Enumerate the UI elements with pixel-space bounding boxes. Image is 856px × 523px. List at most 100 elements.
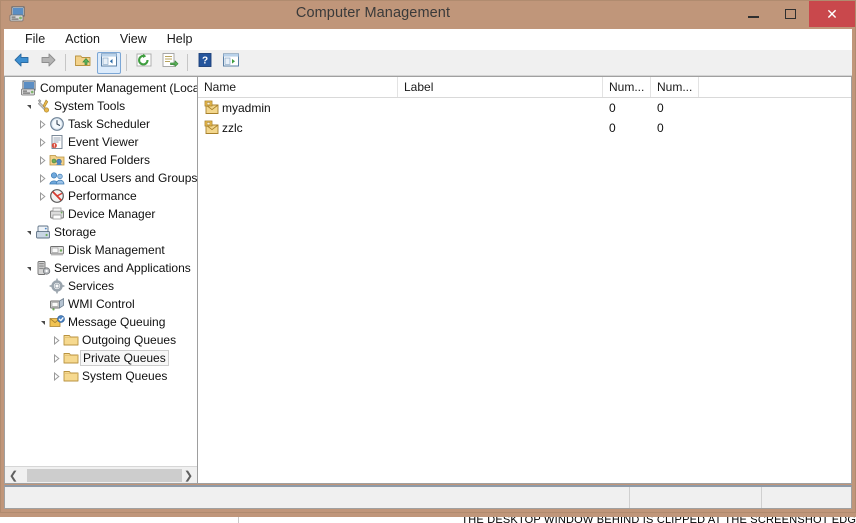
expand-triangle-closed-icon[interactable] [50,369,63,383]
tree-item-label: Task Scheduler [68,117,151,131]
up-one-level-button[interactable] [71,52,95,74]
queue-name-text: myadmin [222,101,271,115]
status-segment-main [5,487,629,508]
tree-item-label: Private Queues [80,350,169,366]
tree-item-system-tools[interactable]: System Tools [5,97,197,115]
export-list-button[interactable] [158,52,182,74]
tree-item-services-and-applications[interactable]: Services and Applications [5,259,197,277]
scroll-right-icon[interactable]: ❯ [180,468,197,483]
column-header-num-2[interactable]: Num... [603,77,651,97]
back-button[interactable] [10,52,34,74]
export-list-icon [161,52,179,73]
clock-icon [49,116,65,132]
column-header-label-1[interactable]: Label [398,77,603,97]
table-row[interactable]: zzlc 0 0 [198,118,851,138]
expand-triangle-open-icon[interactable] [22,261,35,275]
maximize-button[interactable] [772,1,809,27]
menu-file[interactable]: File [15,30,55,49]
tree-horizontal-scrollbar[interactable]: ❮ ❯ [5,466,197,483]
tree-item-label: Computer Management (Local [40,81,197,95]
background-window-strip: THE DESKTOP WINDOW BEHIND IS CLIPPED AT … [0,513,856,523]
tree-item-performance[interactable]: Performance [5,187,197,205]
tree-item-system-queues[interactable]: System Queues [5,367,197,385]
scrollbar-thumb[interactable] [27,468,182,482]
tree-item-message-queuing[interactable]: Message Queuing [5,313,197,331]
tree-item-task-scheduler[interactable]: Task Scheduler [5,115,197,133]
expand-triangle-closed-icon[interactable] [36,153,49,167]
menu-bar: File Action View Help [4,29,852,50]
table-row[interactable]: myadmin 0 0 [198,98,851,118]
console-tree[interactable]: Computer Management (Local System Tools Ta… [5,77,197,466]
list-column-headers[interactable]: Name Label Num... Num... [198,77,851,98]
tree-item-label: Shared Folders [68,153,151,167]
column-header-blank[interactable] [699,77,851,97]
tree-item-computer-management-local[interactable]: Computer Management (Local [5,79,197,97]
forward-button[interactable] [36,52,60,74]
help-question-icon: ? [196,52,214,73]
content-area: Computer Management (Local System Tools Ta… [4,76,852,484]
window-controls: ✕ [735,1,855,27]
column-header-num-3[interactable]: Num... [651,77,699,97]
back-arrow-icon [13,52,31,73]
folder-icon [63,332,79,348]
tree-item-label: Event Viewer [68,135,139,149]
tree-item-disk-management[interactable]: Disk Management [5,241,197,259]
tree-item-private-queues[interactable]: Private Queues [5,349,197,367]
list-rows[interactable]: myadmin 0 0 zzlc 0 0 [198,98,851,483]
clipped-left-panel [0,517,240,523]
tree-item-storage[interactable]: Storage [5,223,197,241]
tree-item-label: Disk Management [68,243,165,257]
help-button[interactable]: ? [193,52,217,74]
tree-item-shared-folders[interactable]: Shared Folders [5,151,197,169]
storage-icon [35,224,51,240]
status-segment-2 [629,487,761,508]
minimize-button[interactable] [735,1,772,27]
tree-item-label: WMI Control [68,297,135,311]
scrollbar-track[interactable] [22,468,182,483]
tree-item-label: Services [68,279,115,293]
tree-item-event-viewer[interactable]: Event Viewer [5,133,197,151]
title-bar[interactable]: Computer Management ✕ [1,1,855,29]
expand-triangle-closed-icon[interactable] [36,135,49,149]
expand-triangle-closed-icon[interactable] [36,117,49,131]
properties-button[interactable] [219,52,243,74]
tree-item-label: Message Queuing [68,315,166,329]
scroll-left-icon[interactable]: ❮ [5,468,22,483]
cell-num1: 0 [609,121,616,135]
tree-item-wmi-control[interactable]: WMI Control [5,295,197,313]
device-manager-icon [49,206,65,222]
tree-item-device-manager[interactable]: Device Manager [5,205,197,223]
queue-name-cell: myadmin [198,100,398,116]
tree-item-outgoing-queues[interactable]: Outgoing Queues [5,331,197,349]
show-console-tree-icon [100,52,118,73]
clipped-window-row: THE DESKTOP WINDOW BEHIND IS CLIPPED AT … [0,517,856,523]
expand-triangle-closed-icon[interactable] [50,351,63,365]
queue-name-text: zzlc [222,121,243,135]
computer-icon [21,80,37,96]
tree-item-label: System Tools [54,99,126,113]
column-header-name-0[interactable]: Name [198,77,398,97]
menu-view[interactable]: View [110,30,157,49]
tree-item-label: Outgoing Queues [82,333,177,347]
tree-item-label: System Queues [82,369,168,383]
show-hide-tree-button[interactable] [97,51,121,74]
expand-triangle-open-icon[interactable] [22,99,35,113]
tree-item-services[interactable]: Services [5,277,197,295]
toolbar-separator [65,54,66,71]
system-tools-icon [35,98,51,114]
cell-num1: 0 [609,101,616,115]
expand-triangle-closed-icon[interactable] [36,171,49,185]
refresh-button[interactable] [132,52,156,74]
expand-triangle-open-icon[interactable] [22,225,35,239]
tree-item-label: Device Manager [68,207,156,221]
menu-action[interactable]: Action [55,30,110,49]
close-button[interactable]: ✕ [809,1,855,27]
menu-help[interactable]: Help [157,30,203,49]
tree-item-local-users-and-groups[interactable]: Local Users and Groups [5,169,197,187]
expand-triangle-closed-icon[interactable] [36,189,49,203]
expand-triangle-open-icon[interactable] [36,315,49,329]
expand-triangle-closed-icon[interactable] [50,333,63,347]
